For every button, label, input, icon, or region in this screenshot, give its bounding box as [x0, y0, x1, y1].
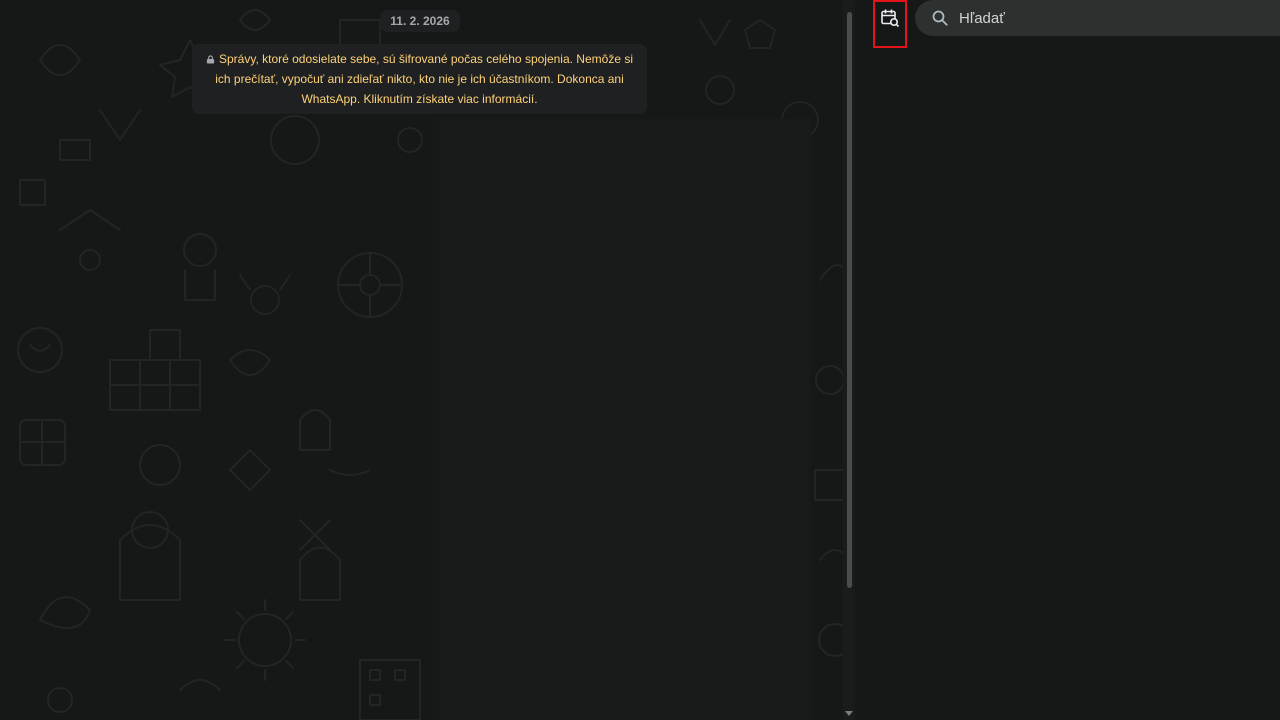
search-by-date-button[interactable] — [873, 0, 907, 48]
scrollbar-thumb[interactable] — [847, 12, 852, 588]
chat-message-area — [433, 118, 811, 720]
search-bar[interactable] — [915, 0, 1280, 36]
whatsapp-window: 11. 2. 2026 Správy, ktoré odosielate seb… — [0, 0, 1280, 720]
encryption-notice[interactable]: Správy, ktoré odosielate sebe, sú šifrov… — [192, 44, 647, 114]
chat-pane[interactable]: 11. 2. 2026 Správy, ktoré odosielate seb… — [0, 0, 855, 720]
search-icon — [932, 10, 948, 26]
calendar-search-icon — [881, 9, 900, 28]
search-input[interactable] — [959, 0, 1259, 36]
date-chip-label: 11. 2. 2026 — [390, 14, 450, 28]
scroll-down-arrow-icon[interactable] — [845, 711, 853, 716]
date-chip: 11. 2. 2026 — [380, 10, 460, 32]
lock-icon — [206, 55, 215, 64]
encryption-notice-text: Správy, ktoré odosielate sebe, sú šifrov… — [215, 52, 633, 106]
chat-scrollbar[interactable] — [843, 0, 855, 720]
search-panel — [855, 0, 1280, 720]
